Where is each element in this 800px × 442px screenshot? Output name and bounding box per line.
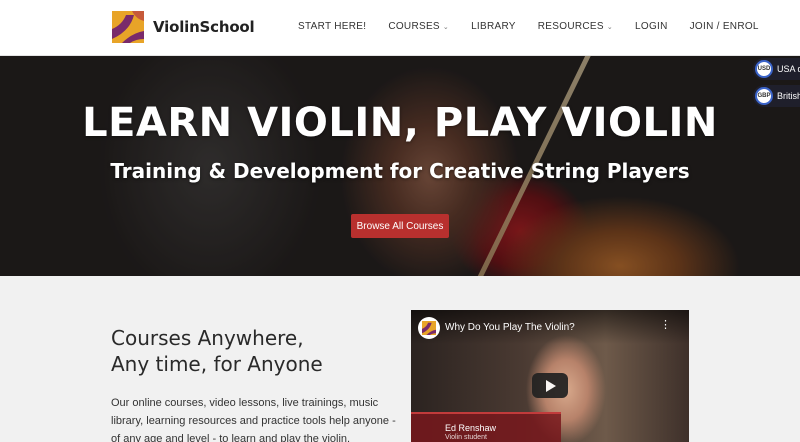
chevron-down-icon: ⌄ xyxy=(442,23,450,31)
nav-library[interactable]: LIBRARY xyxy=(471,21,516,32)
caption-role: Violin student xyxy=(445,434,487,441)
nav-login[interactable]: LOGIN xyxy=(635,21,668,32)
site-logo[interactable]: ViolinSchool xyxy=(112,11,255,43)
nav-label: LIBRARY xyxy=(471,21,516,32)
play-button[interactable] xyxy=(532,373,568,398)
section-title-line-1: Courses Anywhere, xyxy=(111,326,304,350)
currency-option-gbp[interactable]: GBP British xyxy=(753,85,800,107)
usd-flag-icon: USD xyxy=(755,60,773,78)
chevron-down-icon: ⌄ xyxy=(606,23,613,31)
channel-avatar[interactable] xyxy=(418,317,440,339)
play-icon xyxy=(546,379,556,392)
logo-text: ViolinSchool xyxy=(153,18,255,36)
more-vertical-icon[interactable]: ⋮ xyxy=(660,320,671,331)
logo-icon xyxy=(112,11,144,43)
site-header: ViolinSchool START HERE! COURSES ⌄ LIBRA… xyxy=(0,0,800,56)
hero-subtitle: Training & Development for Creative Stri… xyxy=(110,159,690,183)
currency-option-usd[interactable]: USD USA do xyxy=(753,58,800,80)
nav-label: START HERE! xyxy=(298,21,367,32)
browse-courses-button[interactable]: Browse All Courses xyxy=(351,214,449,238)
nav-start-here[interactable]: START HERE! xyxy=(298,21,366,32)
hero-banner: LEARN VIOLIN, PLAY VIOLIN Training & Dev… xyxy=(0,56,800,276)
nav-resources[interactable]: RESOURCES ⌄ xyxy=(538,21,613,32)
section-title: Courses Anywhere, Any time, for Anyone xyxy=(111,325,323,377)
video-title[interactable]: Why Do You Play The Violin? xyxy=(445,322,575,333)
nav-label: COURSES xyxy=(388,21,440,32)
section-title-line-2: Any time, for Anyone xyxy=(111,352,323,376)
currency-label: USA do xyxy=(777,64,800,74)
nav-label: JOIN / ENROL xyxy=(689,21,759,32)
nav-join-enrol[interactable]: JOIN / ENROL xyxy=(690,21,759,32)
video-player[interactable]: Why Do You Play The Violin? ⋮ Ed Renshaw… xyxy=(411,310,689,442)
nav-label: LOGIN xyxy=(635,21,668,32)
currency-label: British xyxy=(777,91,800,101)
caption-name: Ed Renshaw xyxy=(445,423,497,433)
nav-label: RESOURCES xyxy=(537,21,604,32)
logo-icon xyxy=(422,321,436,335)
nav-courses[interactable]: COURSES ⌄ xyxy=(388,21,449,32)
gbp-flag-icon: GBP xyxy=(755,87,773,105)
main-nav: START HERE! COURSES ⌄ LIBRARY RESOURCES … xyxy=(298,21,759,32)
hero-title: LEARN VIOLIN, PLAY VIOLIN xyxy=(82,100,718,146)
section-body: Our online courses, video lessons, live … xyxy=(111,397,396,442)
